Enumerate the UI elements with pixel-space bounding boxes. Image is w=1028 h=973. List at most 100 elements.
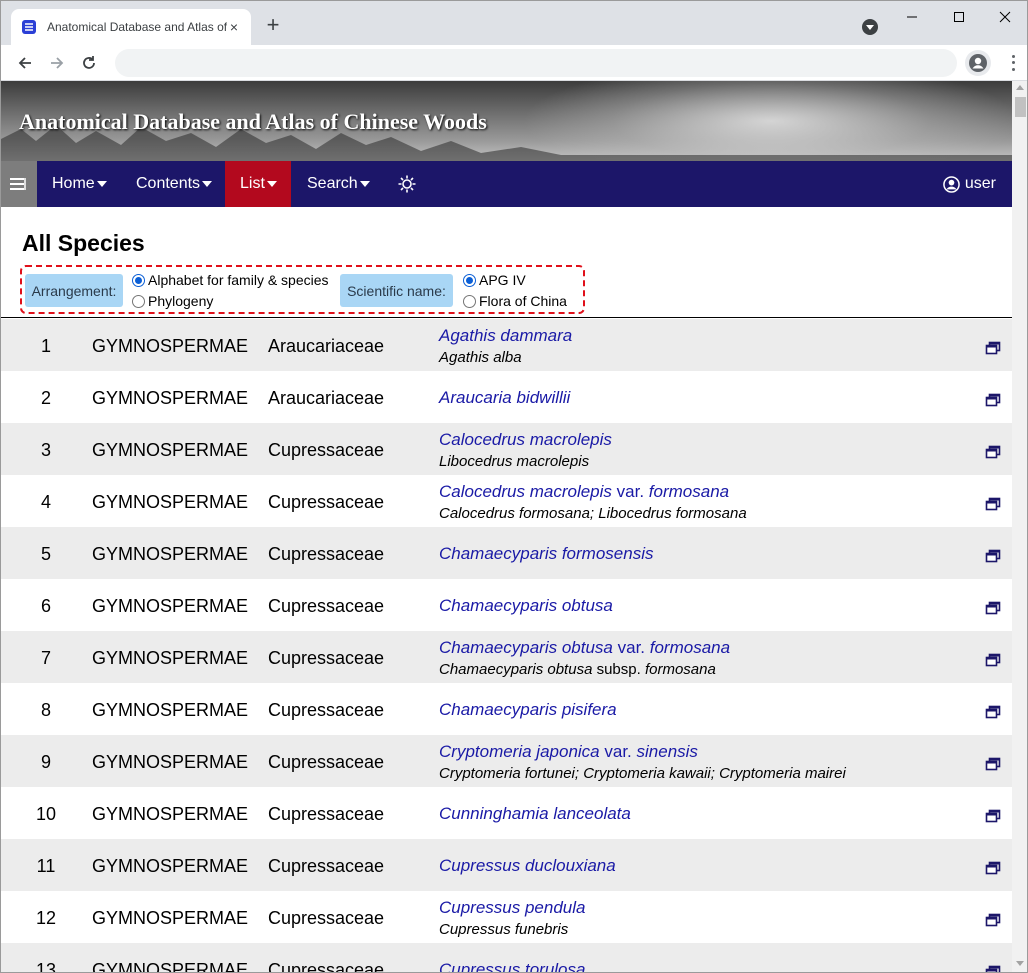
- table-row: 3 GYMNOSPERMAE Cupressaceae Calocedrus macr…: [1, 423, 1012, 475]
- caret-down-icon: [202, 181, 213, 187]
- table-row: 7 GYMNOSPERMAE Cupressaceae Chamaecyparis o…: [1, 631, 1012, 683]
- settings-button[interactable]: [398, 161, 416, 207]
- species-synonym: Libocedrus macrolepis: [439, 453, 590, 470]
- open-window-icon[interactable]: [985, 965, 1001, 973]
- site-banner: Anatomical Database and Atlas of Chinese…: [1, 81, 1012, 161]
- scroll-up-arrow-icon[interactable]: [1016, 85, 1024, 90]
- species-name-link[interactable]: Cupressus duclouxiana: [439, 856, 616, 876]
- open-window-icon[interactable]: [985, 341, 1001, 355]
- browser-tab[interactable]: Anatomical Database and Atlas of Chinese…: [11, 9, 251, 45]
- radio-selected[interactable]: [463, 273, 476, 287]
- caret-down-icon: [266, 181, 277, 187]
- open-window-icon[interactable]: [985, 913, 1001, 927]
- species-name-link[interactable]: Cupressus torulosa: [439, 960, 585, 972]
- maximize-icon: [954, 12, 964, 22]
- species-name-link[interactable]: Calocedrus macrolepis: [439, 430, 612, 450]
- species-name-link[interactable]: Cunninghamia lanceolata: [439, 804, 631, 824]
- open-window-icon[interactable]: [985, 601, 1001, 615]
- row-number: 13: [35, 960, 57, 973]
- radio-unselected[interactable]: [463, 294, 476, 308]
- species-name-link[interactable]: Araucaria bidwillii: [439, 388, 570, 408]
- species-synonym: Calocedrus formosana; Libocedrus formosa…: [439, 505, 747, 522]
- rank-label: var.: [616, 482, 645, 501]
- row-family: Cupressaceae: [268, 908, 385, 928]
- row-class: GYMNOSPERMAE: [92, 388, 249, 408]
- species-name-link[interactable]: Chamaecyparis pisifera: [439, 700, 617, 720]
- nav-contents-label: Contents: [136, 175, 201, 192]
- row-family: Cupressaceae: [268, 492, 385, 512]
- scroll-down-arrow-icon[interactable]: [1016, 961, 1024, 966]
- caret-down-icon: [359, 181, 370, 187]
- row-family: Cupressaceae: [268, 440, 385, 460]
- radio-selected[interactable]: [132, 273, 145, 287]
- nav-search[interactable]: Search: [292, 161, 385, 207]
- table-row: 9 GYMNOSPERMAE Cupressaceae Cryptomeria jap…: [1, 735, 1012, 787]
- table-row: 2 GYMNOSPERMAE Araucariaceae Araucaria bidw…: [1, 371, 1012, 423]
- site-title[interactable]: Anatomical Database and Atlas of Chinese…: [19, 109, 487, 135]
- open-window-icon[interactable]: [985, 549, 1001, 563]
- tab-search-icon[interactable]: [862, 19, 878, 35]
- open-window-icon[interactable]: [985, 809, 1001, 823]
- species-name-link[interactable]: Chamaecyparis obtusa var. formosana: [439, 638, 730, 658]
- species-name-link[interactable]: Chamaecyparis obtusa: [439, 596, 613, 616]
- table-row: 8 GYMNOSPERMAE Cupressaceae Chamaecyparis p…: [1, 683, 1012, 735]
- row-class: GYMNOSPERMAE: [92, 804, 249, 824]
- species-name-link[interactable]: Chamaecyparis formosensis: [439, 544, 653, 564]
- open-window-icon[interactable]: [985, 653, 1001, 667]
- new-tab-button[interactable]: +: [263, 14, 283, 36]
- browser-menu-button[interactable]: [1007, 53, 1019, 73]
- open-window-icon[interactable]: [985, 497, 1001, 511]
- tab-title: Anatomical Database and Atlas of Chinese…: [47, 20, 227, 34]
- species-name-link[interactable]: Calocedrus macrolepis var. formosana: [439, 482, 729, 502]
- synonym-part: formosana: [644, 661, 716, 678]
- table-row: 1 GYMNOSPERMAE Araucariaceae Agathis dammar…: [1, 319, 1012, 371]
- radio-unselected[interactable]: [132, 294, 145, 308]
- nav-home[interactable]: Home: [37, 161, 122, 207]
- table-row: 12 GYMNOSPERMAE Cupressaceae Cupressus pend…: [1, 891, 1012, 943]
- main-navbar: Home Contents List Search user: [1, 161, 1012, 207]
- nav-contents[interactable]: Contents: [121, 161, 227, 207]
- species-name-link[interactable]: Agathis dammara: [439, 326, 572, 346]
- scientific-name-option-label: Flora of China: [479, 293, 567, 309]
- row-family: Cupressaceae: [268, 700, 385, 720]
- address-bar[interactable]: [115, 49, 957, 77]
- close-window-button[interactable]: [982, 5, 1027, 29]
- page-scrollbar[interactable]: [1012, 81, 1027, 972]
- open-window-icon[interactable]: [985, 757, 1001, 771]
- forward-button[interactable]: [45, 51, 69, 75]
- nav-list[interactable]: List: [225, 161, 291, 207]
- species-name-link[interactable]: Cryptomeria japonica var. sinensis: [439, 742, 698, 762]
- hamburger-menu-icon: [10, 178, 26, 190]
- page-viewport: Anatomical Database and Atlas of Chinese…: [1, 81, 1012, 973]
- sidebar-toggle-button[interactable]: [1, 161, 37, 207]
- row-family: Araucariaceae: [268, 336, 385, 356]
- table-row: 5 GYMNOSPERMAE Cupressaceae Chamaecyparis f…: [1, 527, 1012, 579]
- scientific-name-option-flora[interactable]: Flora of China: [463, 292, 567, 310]
- back-button[interactable]: [13, 51, 37, 75]
- open-window-icon[interactable]: [985, 445, 1001, 459]
- profile-button[interactable]: [965, 50, 991, 76]
- species-synonym: Cryptomeria fortunei; Cryptomeria kawaii…: [439, 765, 846, 782]
- open-window-icon[interactable]: [985, 861, 1001, 875]
- site-favicon-icon: [22, 20, 36, 34]
- scientific-name-option-apg[interactable]: APG IV: [463, 271, 526, 289]
- name-part: sinensis: [636, 742, 698, 761]
- tab-close-icon[interactable]: ×: [225, 18, 243, 36]
- open-window-icon[interactable]: [985, 393, 1001, 407]
- row-number: 1: [40, 336, 51, 356]
- minimize-button[interactable]: [889, 5, 935, 29]
- maximize-button[interactable]: [936, 5, 982, 29]
- reload-button[interactable]: [77, 51, 101, 75]
- sun-settings-icon: [398, 175, 416, 193]
- scroll-thumb[interactable]: [1015, 97, 1026, 117]
- row-family: Cupressaceae: [268, 544, 385, 564]
- table-top-border: [1, 317, 1012, 318]
- species-name-link[interactable]: Cupressus pendula: [439, 898, 585, 918]
- user-menu[interactable]: user: [943, 161, 996, 207]
- row-family: Cupressaceae: [268, 648, 385, 668]
- rank-label: var.: [617, 638, 646, 657]
- arrangement-option-phylogeny[interactable]: Phylogeny: [132, 292, 213, 310]
- open-window-icon[interactable]: [985, 705, 1001, 719]
- arrangement-option-alphabet[interactable]: Alphabet for family & species: [132, 271, 329, 289]
- row-class: GYMNOSPERMAE: [92, 908, 249, 928]
